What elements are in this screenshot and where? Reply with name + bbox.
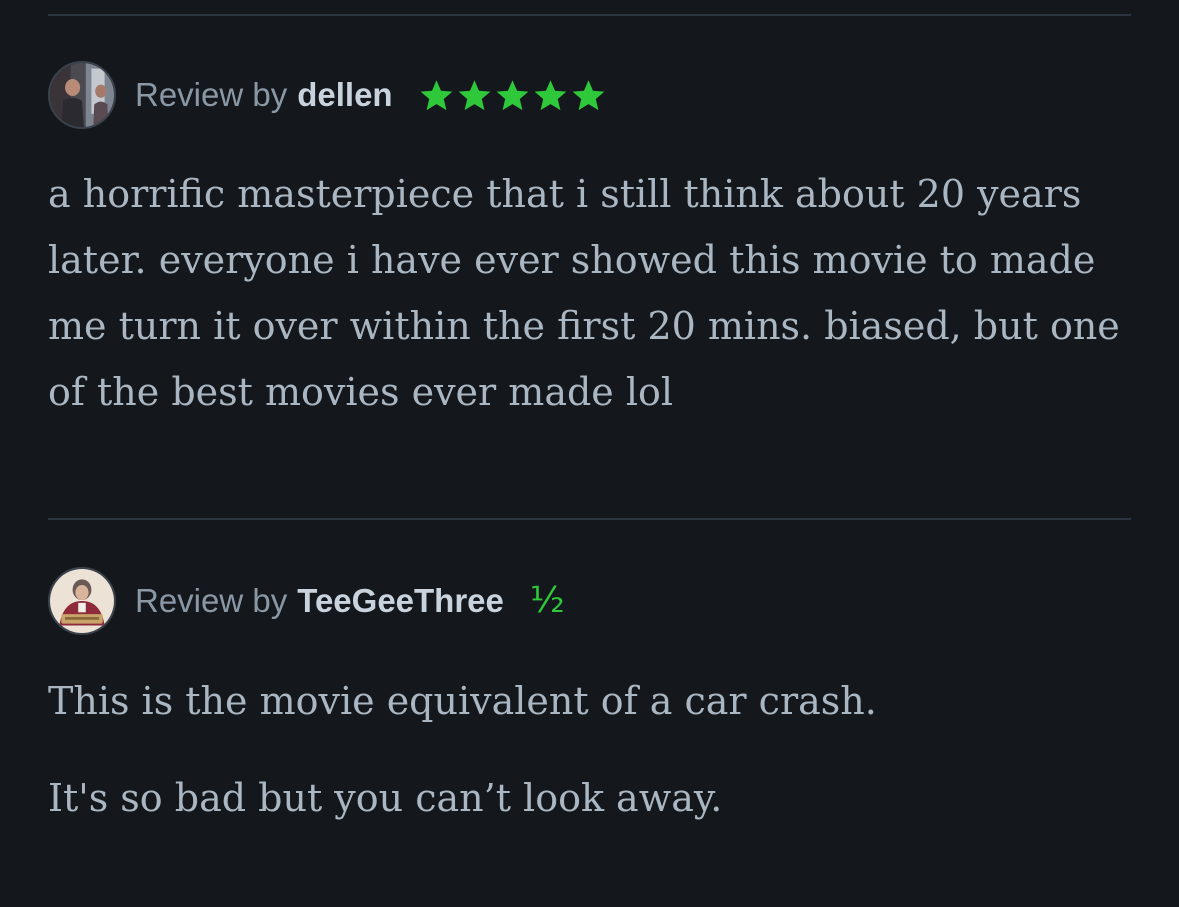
review-text: a horrific masterpiece that i still thin… <box>48 172 1120 414</box>
avatar-photo-icon <box>50 63 114 127</box>
star-rating <box>419 78 606 113</box>
review-by-label: Review by <box>135 582 288 619</box>
star-icon <box>572 79 604 110</box>
avatar[interactable] <box>48 61 116 129</box>
review-body: This is the movie equivalent of a car cr… <box>48 668 1148 831</box>
star-icon <box>458 79 490 110</box>
avatar[interactable] <box>48 567 116 635</box>
star-icon <box>496 79 528 110</box>
review-header: Review by dellen <box>48 59 606 131</box>
review-header: Review by TeeGeeThree ½ <box>48 565 565 637</box>
review-body: a horrific masterpiece that i still thin… <box>48 161 1148 425</box>
author-name[interactable]: TeeGeeThree <box>297 582 504 620</box>
divider <box>48 518 1131 520</box>
author-name[interactable]: dellen <box>297 76 392 114</box>
divider <box>48 14 1131 16</box>
avatar-photo-icon <box>50 569 114 633</box>
review-by-label: Review by <box>135 76 288 113</box>
reviews-page: Review by dellen a horrific masterpiece … <box>0 0 1179 907</box>
star-icon <box>420 79 452 110</box>
half-star-icon: ½ <box>529 580 565 621</box>
review-text: This is the movie equivalent of a car cr… <box>48 679 877 723</box>
star-icon <box>534 79 566 110</box>
star-rating: ½ <box>530 583 565 619</box>
review-text: It's so bad but you can’t look away. <box>48 776 723 820</box>
